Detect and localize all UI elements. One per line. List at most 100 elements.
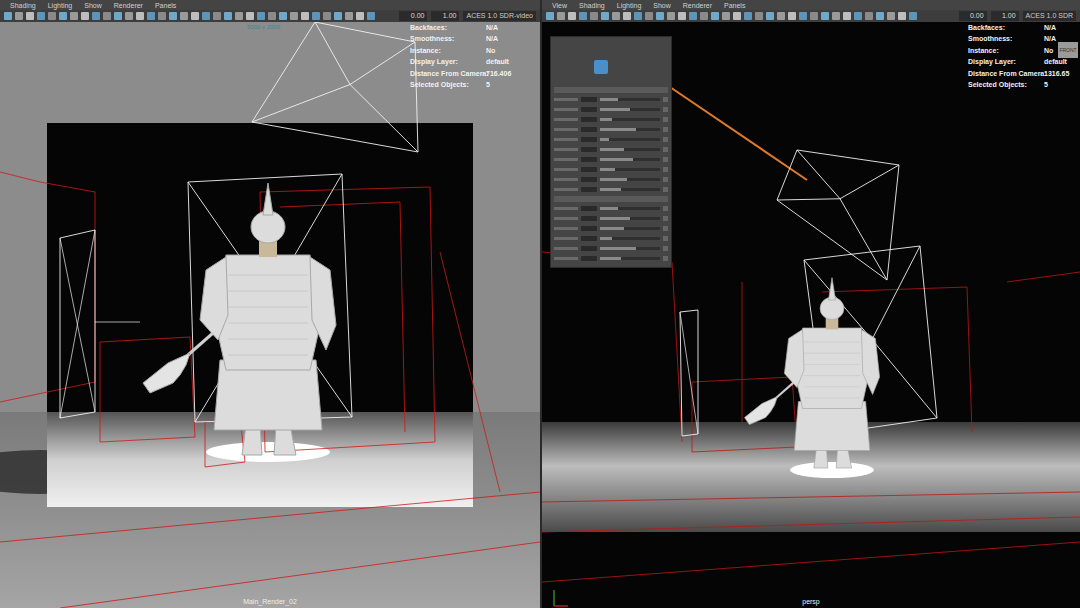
- menu-item[interactable]: Show: [653, 2, 671, 9]
- slider-track[interactable]: [600, 108, 660, 111]
- attribute-field[interactable]: [581, 187, 597, 192]
- toolbar-tool-icon[interactable]: [700, 12, 708, 20]
- toolbar-tool-icon[interactable]: [312, 12, 320, 20]
- toolbar-tool-icon[interactable]: [546, 12, 554, 20]
- toolbar-tool-icon[interactable]: [290, 12, 298, 20]
- attribute-field[interactable]: [581, 216, 597, 221]
- exposure-field[interactable]: 0.00: [959, 11, 987, 21]
- attribute-field[interactable]: [581, 137, 597, 142]
- slider-track[interactable]: [600, 148, 660, 151]
- toolbar-tool-icon[interactable]: [268, 12, 276, 20]
- toolbar-tool-icon[interactable]: [213, 12, 221, 20]
- attribute-field[interactable]: [581, 226, 597, 231]
- toolbar-tool-icon[interactable]: [257, 12, 265, 20]
- toolbar-tool-icon[interactable]: [799, 12, 807, 20]
- gamma-field[interactable]: 1.00: [991, 11, 1019, 21]
- toolbar-tool-icon[interactable]: [821, 12, 829, 20]
- menu-item[interactable]: View: [552, 2, 567, 9]
- menu-item[interactable]: Panels: [724, 2, 745, 9]
- toolbar-tool-icon[interactable]: [810, 12, 818, 20]
- toolbar-tool-icon[interactable]: [345, 12, 353, 20]
- toolbar-tool-icon[interactable]: [711, 12, 719, 20]
- toolbar-tool-icon[interactable]: [70, 12, 78, 20]
- attribute-field[interactable]: [581, 246, 597, 251]
- scene-canvas[interactable]: [0, 22, 540, 608]
- toolbar-tool-icon[interactable]: [81, 12, 89, 20]
- section-header[interactable]: [554, 196, 668, 202]
- map-button-icon[interactable]: [663, 127, 668, 132]
- toolbar-tool-icon[interactable]: [898, 12, 906, 20]
- menu-item[interactable]: Lighting: [48, 2, 73, 9]
- toolbar-tool-icon[interactable]: [136, 12, 144, 20]
- toolbar-tool-icon[interactable]: [755, 12, 763, 20]
- map-button-icon[interactable]: [663, 246, 668, 251]
- slider-track[interactable]: [600, 207, 660, 210]
- toolbar-tool-icon[interactable]: [114, 12, 122, 20]
- map-button-icon[interactable]: [663, 157, 668, 162]
- menu-item[interactable]: Renderer: [114, 2, 143, 9]
- slider-track[interactable]: [600, 158, 660, 161]
- toolbar-tool-icon[interactable]: [909, 12, 917, 20]
- toolbar-tool-icon[interactable]: [623, 12, 631, 20]
- slider-track[interactable]: [600, 227, 660, 230]
- map-button-icon[interactable]: [663, 206, 668, 211]
- toolbar-tool-icon[interactable]: [158, 12, 166, 20]
- menu-item[interactable]: Lighting: [617, 2, 642, 9]
- toolbar-tool-icon[interactable]: [59, 12, 67, 20]
- map-button-icon[interactable]: [663, 236, 668, 241]
- toolbar-tool-icon[interactable]: [733, 12, 741, 20]
- toolbar-tool-icon[interactable]: [854, 12, 862, 20]
- map-button-icon[interactable]: [663, 147, 668, 152]
- slider-track[interactable]: [600, 98, 660, 101]
- toolbar-tool-icon[interactable]: [334, 12, 342, 20]
- toolbar-tool-icon[interactable]: [92, 12, 100, 20]
- toolbar-tool-icon[interactable]: [191, 12, 199, 20]
- map-button-icon[interactable]: [663, 256, 668, 261]
- toolbar-tool-icon[interactable]: [832, 12, 840, 20]
- toolbar-tool-icon[interactable]: [26, 12, 34, 20]
- toolbar-tool-icon[interactable]: [367, 12, 375, 20]
- attribute-editor[interactable]: [550, 36, 672, 268]
- toolbar-tool-icon[interactable]: [865, 12, 873, 20]
- map-button-icon[interactable]: [663, 177, 668, 182]
- menu-item[interactable]: Shading: [579, 2, 605, 9]
- viewport-panel[interactable]: ViewShadingLightingShowRendererPanels0.0…: [542, 0, 1080, 608]
- attribute-field[interactable]: [581, 117, 597, 122]
- toolbar-tool-icon[interactable]: [169, 12, 177, 20]
- attribute-field[interactable]: [581, 206, 597, 211]
- viewport-render[interactable]: 5000 x 2000Backfaces:N/ASmoothness:N/AIn…: [0, 22, 540, 608]
- viewport-persp[interactable]: Backfaces:N/ASmoothness:N/AInstance:NoDi…: [542, 22, 1080, 608]
- color-space-dropdown[interactable]: ACES 1.0 SDR-video: [463, 11, 536, 21]
- attribute-field[interactable]: [581, 97, 597, 102]
- toolbar-tool-icon[interactable]: [612, 12, 620, 20]
- toolbar-tool-icon[interactable]: [590, 12, 598, 20]
- map-button-icon[interactable]: [663, 97, 668, 102]
- map-button-icon[interactable]: [663, 117, 668, 122]
- toolbar-tool-icon[interactable]: [147, 12, 155, 20]
- section-header[interactable]: [554, 87, 668, 93]
- map-button-icon[interactable]: [663, 226, 668, 231]
- toolbar-tool-icon[interactable]: [356, 12, 364, 20]
- slider-track[interactable]: [600, 118, 660, 121]
- color-space-dropdown[interactable]: ACES 1.0 SDR: [1023, 11, 1076, 21]
- toolbar-tool-icon[interactable]: [15, 12, 23, 20]
- toolbar-tool-icon[interactable]: [4, 12, 12, 20]
- attribute-field[interactable]: [581, 157, 597, 162]
- toolbar-tool-icon[interactable]: [103, 12, 111, 20]
- toolbar-tool-icon[interactable]: [235, 12, 243, 20]
- toolbar-tool-icon[interactable]: [579, 12, 587, 20]
- viewport-panel[interactable]: ShadingLightingShowRendererPanels0.001.0…: [0, 0, 540, 608]
- toolbar-tool-icon[interactable]: [279, 12, 287, 20]
- view-cube[interactable]: FRONT: [1058, 42, 1078, 58]
- toolbar-tool-icon[interactable]: [224, 12, 232, 20]
- toolbar-tool-icon[interactable]: [601, 12, 609, 20]
- map-button-icon[interactable]: [663, 216, 668, 221]
- map-button-icon[interactable]: [663, 137, 668, 142]
- toolbar-tool-icon[interactable]: [557, 12, 565, 20]
- toolbar-tool-icon[interactable]: [678, 12, 686, 20]
- toolbar-tool-icon[interactable]: [125, 12, 133, 20]
- toolbar-tool-icon[interactable]: [667, 12, 675, 20]
- menu-item[interactable]: Shading: [10, 2, 36, 9]
- toolbar-tool-icon[interactable]: [37, 12, 45, 20]
- attribute-field[interactable]: [581, 236, 597, 241]
